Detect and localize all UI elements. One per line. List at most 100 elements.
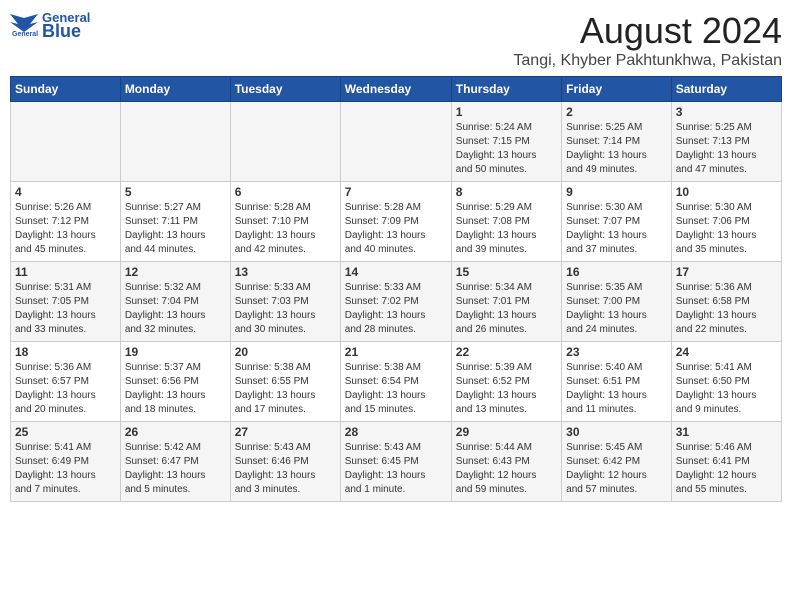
day-info: Sunrise: 5:37 AM Sunset: 6:56 PM Dayligh… bbox=[125, 361, 226, 417]
calendar-cell: 12 Sunrise: 5:32 AM Sunset: 7:04 PM Dayli… bbox=[120, 262, 230, 342]
day-info: Sunrise: 5:36 AM Sunset: 6:58 PM Dayligh… bbox=[676, 281, 777, 337]
weekday-header-saturday: Saturday bbox=[671, 77, 781, 102]
calendar-cell: 28 Sunrise: 5:43 AM Sunset: 6:45 PM Dayli… bbox=[340, 422, 451, 502]
day-number: 1 bbox=[456, 105, 557, 119]
day-number: 3 bbox=[676, 105, 777, 119]
day-number: 31 bbox=[676, 425, 777, 439]
day-info: Sunrise: 5:30 AM Sunset: 7:06 PM Dayligh… bbox=[676, 201, 777, 257]
calendar-week-row: 4 Sunrise: 5:26 AM Sunset: 7:12 PM Daylig… bbox=[11, 182, 782, 262]
day-number: 11 bbox=[15, 265, 116, 279]
day-number: 29 bbox=[456, 425, 557, 439]
calendar-table: SundayMondayTuesdayWednesdayThursdayFrid… bbox=[10, 76, 782, 502]
calendar-week-row: 25 Sunrise: 5:41 AM Sunset: 6:49 PM Dayli… bbox=[11, 422, 782, 502]
calendar-cell: 4 Sunrise: 5:26 AM Sunset: 7:12 PM Daylig… bbox=[11, 182, 121, 262]
calendar-cell: 18 Sunrise: 5:36 AM Sunset: 6:57 PM Dayli… bbox=[11, 342, 121, 422]
day-number: 24 bbox=[676, 345, 777, 359]
day-number: 5 bbox=[125, 185, 226, 199]
day-number: 30 bbox=[566, 425, 667, 439]
day-info: Sunrise: 5:26 AM Sunset: 7:12 PM Dayligh… bbox=[15, 201, 116, 257]
day-number: 22 bbox=[456, 345, 557, 359]
calendar-cell: 19 Sunrise: 5:37 AM Sunset: 6:56 PM Dayli… bbox=[120, 342, 230, 422]
day-info: Sunrise: 5:35 AM Sunset: 7:00 PM Dayligh… bbox=[566, 281, 667, 337]
title-block: August 2024 Tangi, Khyber Pakhtunkhwa, P… bbox=[513, 10, 782, 70]
day-number: 17 bbox=[676, 265, 777, 279]
day-info: Sunrise: 5:33 AM Sunset: 7:02 PM Dayligh… bbox=[345, 281, 447, 337]
day-info: Sunrise: 5:40 AM Sunset: 6:51 PM Dayligh… bbox=[566, 361, 667, 417]
day-number: 19 bbox=[125, 345, 226, 359]
day-info: Sunrise: 5:28 AM Sunset: 7:09 PM Dayligh… bbox=[345, 201, 447, 257]
calendar-cell bbox=[340, 102, 451, 182]
weekday-header-thursday: Thursday bbox=[451, 77, 561, 102]
day-info: Sunrise: 5:34 AM Sunset: 7:01 PM Dayligh… bbox=[456, 281, 557, 337]
calendar-cell bbox=[230, 102, 340, 182]
day-info: Sunrise: 5:39 AM Sunset: 6:52 PM Dayligh… bbox=[456, 361, 557, 417]
weekday-header-row: SundayMondayTuesdayWednesdayThursdayFrid… bbox=[11, 77, 782, 102]
calendar-cell: 20Sunrise: 5:38 AM Sunset: 6:55 PM Dayli… bbox=[230, 342, 340, 422]
day-number: 10 bbox=[676, 185, 777, 199]
calendar-cell: 22 Sunrise: 5:39 AM Sunset: 6:52 PM Dayli… bbox=[451, 342, 561, 422]
day-info: Sunrise: 5:27 AM Sunset: 7:11 PM Dayligh… bbox=[125, 201, 226, 257]
day-number: 20 bbox=[235, 345, 336, 359]
logo: General General Blue bbox=[10, 10, 90, 42]
calendar-cell: 14 Sunrise: 5:33 AM Sunset: 7:02 PM Dayli… bbox=[340, 262, 451, 342]
day-number: 18 bbox=[15, 345, 116, 359]
day-info: Sunrise: 5:29 AM Sunset: 7:08 PM Dayligh… bbox=[456, 201, 557, 257]
weekday-header-tuesday: Tuesday bbox=[230, 77, 340, 102]
page-header: General General Blue August 2024 Tangi, … bbox=[10, 10, 782, 70]
weekday-header-monday: Monday bbox=[120, 77, 230, 102]
day-number: 7 bbox=[345, 185, 447, 199]
calendar-cell: 1Sunrise: 5:24 AM Sunset: 7:15 PM Daylig… bbox=[451, 102, 561, 182]
day-info: Sunrise: 5:41 AM Sunset: 6:49 PM Dayligh… bbox=[15, 441, 116, 497]
calendar-cell: 21 Sunrise: 5:38 AM Sunset: 6:54 PM Dayli… bbox=[340, 342, 451, 422]
calendar-cell: 8 Sunrise: 5:29 AM Sunset: 7:08 PM Daylig… bbox=[451, 182, 561, 262]
day-info: Sunrise: 5:42 AM Sunset: 6:47 PM Dayligh… bbox=[125, 441, 226, 497]
calendar-cell: 13Sunrise: 5:33 AM Sunset: 7:03 PM Dayli… bbox=[230, 262, 340, 342]
calendar-cell: 30 Sunrise: 5:45 AM Sunset: 6:42 PM Dayli… bbox=[562, 422, 672, 502]
day-number: 4 bbox=[15, 185, 116, 199]
day-info: Sunrise: 5:25 AM Sunset: 7:13 PM Dayligh… bbox=[676, 121, 777, 177]
calendar-cell: 7 Sunrise: 5:28 AM Sunset: 7:09 PM Daylig… bbox=[340, 182, 451, 262]
day-number: 25 bbox=[15, 425, 116, 439]
day-number: 12 bbox=[125, 265, 226, 279]
day-info: Sunrise: 5:38 AM Sunset: 6:54 PM Dayligh… bbox=[345, 361, 447, 417]
calendar-cell: 29Sunrise: 5:44 AM Sunset: 6:43 PM Dayli… bbox=[451, 422, 561, 502]
location-subtitle: Tangi, Khyber Pakhtunkhwa, Pakistan bbox=[513, 52, 782, 70]
calendar-cell: 26 Sunrise: 5:42 AM Sunset: 6:47 PM Dayli… bbox=[120, 422, 230, 502]
day-number: 27 bbox=[235, 425, 336, 439]
calendar-cell: 2 Sunrise: 5:25 AM Sunset: 7:14 PM Daylig… bbox=[562, 102, 672, 182]
calendar-week-row: 18 Sunrise: 5:36 AM Sunset: 6:57 PM Dayli… bbox=[11, 342, 782, 422]
day-info: Sunrise: 5:28 AM Sunset: 7:10 PM Dayligh… bbox=[235, 201, 336, 257]
day-info: Sunrise: 5:43 AM Sunset: 6:45 PM Dayligh… bbox=[345, 441, 447, 497]
day-info: Sunrise: 5:32 AM Sunset: 7:04 PM Dayligh… bbox=[125, 281, 226, 337]
day-number: 6 bbox=[235, 185, 336, 199]
day-number: 15 bbox=[456, 265, 557, 279]
day-info: Sunrise: 5:33 AM Sunset: 7:03 PM Dayligh… bbox=[235, 281, 336, 337]
day-info: Sunrise: 5:45 AM Sunset: 6:42 PM Dayligh… bbox=[566, 441, 667, 497]
weekday-header-wednesday: Wednesday bbox=[340, 77, 451, 102]
calendar-cell: 24Sunrise: 5:41 AM Sunset: 6:50 PM Dayli… bbox=[671, 342, 781, 422]
calendar-cell: 23 Sunrise: 5:40 AM Sunset: 6:51 PM Dayli… bbox=[562, 342, 672, 422]
day-info: Sunrise: 5:36 AM Sunset: 6:57 PM Dayligh… bbox=[15, 361, 116, 417]
weekday-header-friday: Friday bbox=[562, 77, 672, 102]
weekday-header-sunday: Sunday bbox=[11, 77, 121, 102]
day-number: 16 bbox=[566, 265, 667, 279]
day-info: Sunrise: 5:30 AM Sunset: 7:07 PM Dayligh… bbox=[566, 201, 667, 257]
day-number: 8 bbox=[456, 185, 557, 199]
calendar-cell: 17 Sunrise: 5:36 AM Sunset: 6:58 PM Dayli… bbox=[671, 262, 781, 342]
day-number: 14 bbox=[345, 265, 447, 279]
day-number: 2 bbox=[566, 105, 667, 119]
day-info: Sunrise: 5:43 AM Sunset: 6:46 PM Dayligh… bbox=[235, 441, 336, 497]
calendar-cell: 3 Sunrise: 5:25 AM Sunset: 7:13 PM Daylig… bbox=[671, 102, 781, 182]
day-info: Sunrise: 5:46 AM Sunset: 6:41 PM Dayligh… bbox=[676, 441, 777, 497]
day-number: 26 bbox=[125, 425, 226, 439]
day-info: Sunrise: 5:25 AM Sunset: 7:14 PM Dayligh… bbox=[566, 121, 667, 177]
day-number: 28 bbox=[345, 425, 447, 439]
calendar-cell: 10 Sunrise: 5:30 AM Sunset: 7:06 PM Dayli… bbox=[671, 182, 781, 262]
day-info: Sunrise: 5:31 AM Sunset: 7:05 PM Dayligh… bbox=[15, 281, 116, 337]
calendar-week-row: 11 Sunrise: 5:31 AM Sunset: 7:05 PM Dayli… bbox=[11, 262, 782, 342]
calendar-cell: 11 Sunrise: 5:31 AM Sunset: 7:05 PM Dayli… bbox=[11, 262, 121, 342]
calendar-cell bbox=[11, 102, 121, 182]
day-number: 21 bbox=[345, 345, 447, 359]
svg-text:General: General bbox=[12, 31, 38, 38]
day-number: 23 bbox=[566, 345, 667, 359]
